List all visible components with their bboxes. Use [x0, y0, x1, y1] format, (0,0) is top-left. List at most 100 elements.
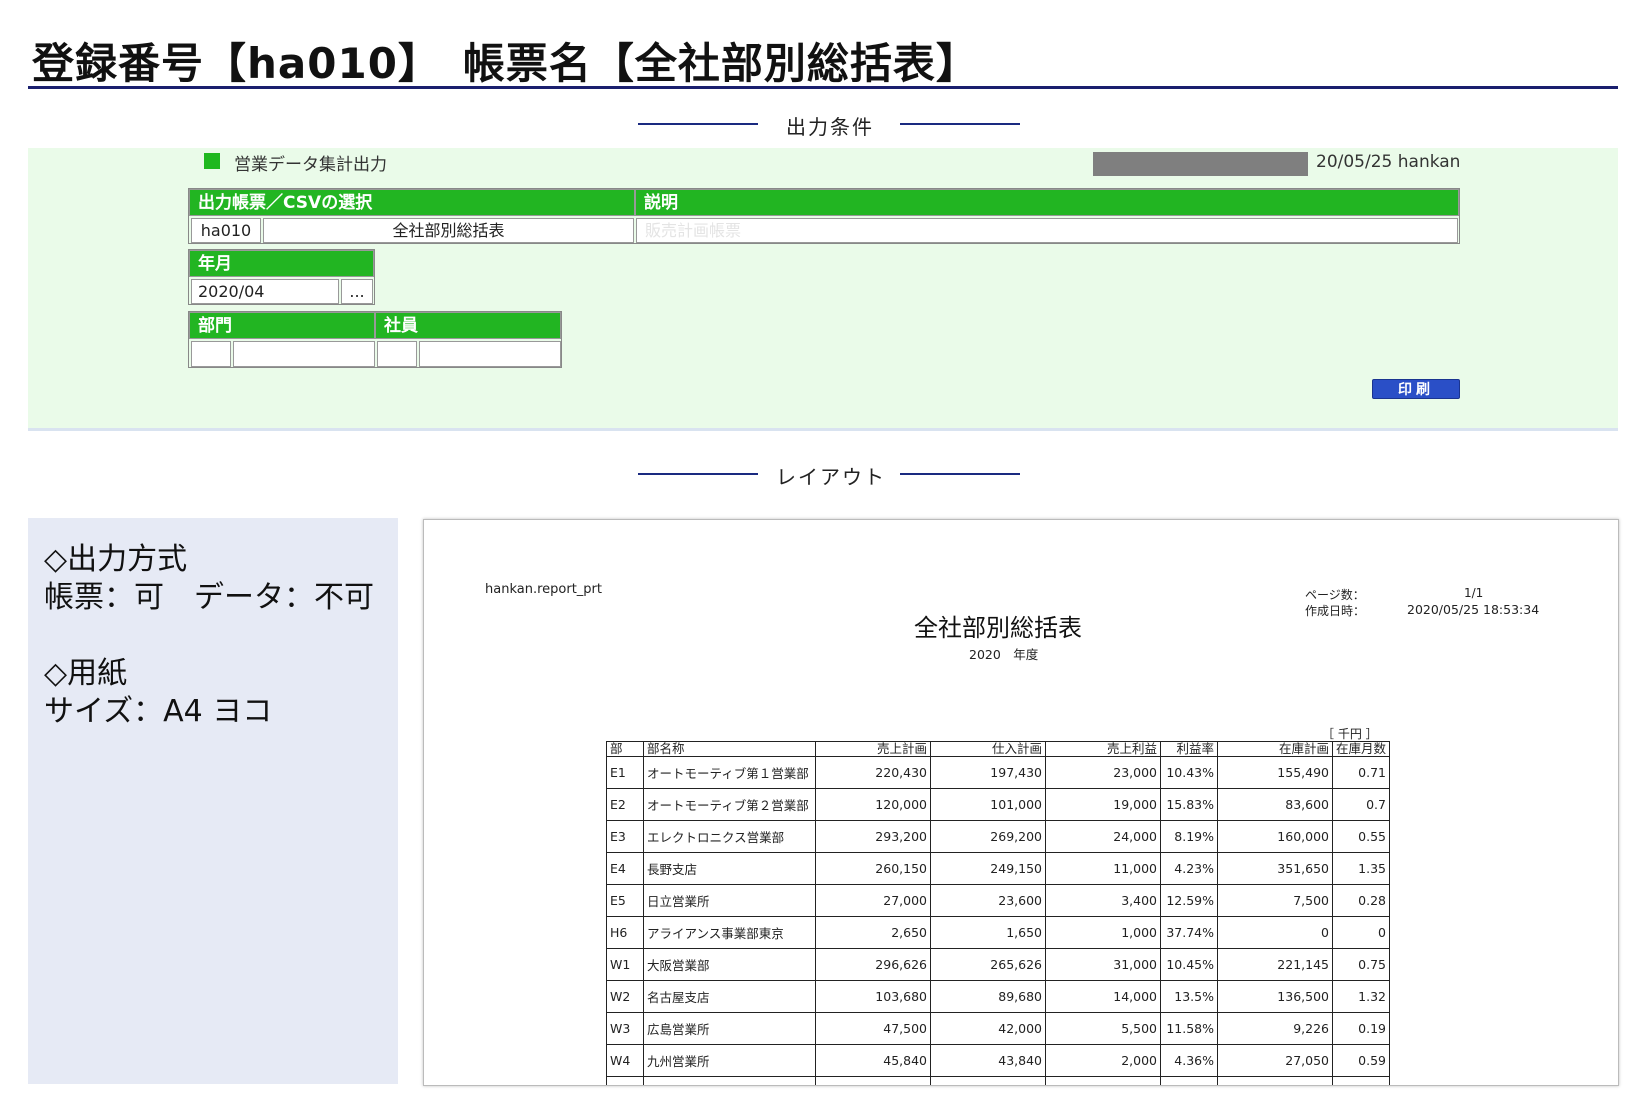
table-row: E2 オートモーティブ第２営業部 120,000 101,000 19,000 15.83…: [606, 788, 1390, 821]
table-cell: 27,050: [1217, 1044, 1333, 1077]
table-cell: 長野支店: [643, 852, 816, 885]
table-row: [606, 1076, 1390, 1085]
table-cell: 0.7: [1332, 788, 1390, 821]
dept-code-input[interactable]: [191, 341, 231, 367]
table-cell: 0.75: [1332, 948, 1390, 981]
table-cell: 27,000: [815, 884, 931, 917]
table-cell: H6: [606, 916, 644, 949]
report-title: 全社部別総括表: [914, 614, 1082, 642]
table-cell: 103,680: [815, 980, 931, 1013]
table-row: E5 日立営業所 27,000 23,600 3,400 12.59% 7,500 0.28: [606, 884, 1390, 917]
table-cell: 3,400: [1045, 884, 1161, 917]
table-cell: 120,000: [815, 788, 931, 821]
report-select-header: 出力帳票／CSVの選択: [189, 189, 635, 216]
table-cell: 九州営業所: [643, 1044, 816, 1077]
col-header-sales-plan: 売上計画: [815, 741, 931, 757]
table-cell: E2: [606, 788, 644, 821]
table-cell: [815, 1076, 931, 1085]
yearmonth-input[interactable]: 2020/04: [191, 279, 339, 304]
section-layout-title: レイアウト: [776, 465, 886, 489]
table-cell: 101,000: [930, 788, 1046, 821]
table-cell: W1: [606, 948, 644, 981]
created-datetime: 2020/05/25 18:53:34: [1407, 602, 1540, 617]
table-cell: 名古屋支店: [643, 980, 816, 1013]
table-cell: 7,500: [1217, 884, 1333, 917]
table-cell: 31,000: [1045, 948, 1161, 981]
table-cell: 10.43%: [1160, 756, 1218, 789]
table-cell: エレクトロニクス営業部: [643, 820, 816, 853]
table-cell: [606, 1076, 644, 1085]
table-cell: 11.58%: [1160, 1012, 1218, 1045]
table-cell: 15.83%: [1160, 788, 1218, 821]
table-cell: E3: [606, 820, 644, 853]
report-name-field[interactable]: 全社部別総括表: [263, 218, 634, 243]
table-cell: 0.71: [1332, 756, 1390, 789]
output-method-value: 帳票：可 データ：不可: [44, 580, 374, 615]
table-cell: 0.19: [1332, 1012, 1390, 1045]
date-user: 20/05/25 hankan: [1316, 152, 1461, 172]
table-cell: 37.74%: [1160, 916, 1218, 949]
table-row: W1 大阪営業部 296,626 265,626 31,000 10.45% 221,145…: [606, 948, 1390, 981]
table-cell: 1.35: [1332, 852, 1390, 885]
redacted-bar: [1093, 152, 1308, 176]
table-row: W4 九州営業所 45,840 43,840 2,000 4.36% 27,050 0.59: [606, 1044, 1390, 1077]
col-header-profit-rate: 利益率: [1160, 741, 1218, 757]
table-cell: 4.36%: [1160, 1044, 1218, 1077]
col-header-dept: 部: [606, 741, 644, 757]
report-program-id: hankan.report_prt: [485, 582, 602, 597]
table-cell: 351,650: [1217, 852, 1333, 885]
table-cell: 2,000: [1045, 1044, 1161, 1077]
emp-code-input[interactable]: [377, 341, 417, 367]
table-cell: 136,500: [1217, 980, 1333, 1013]
table-cell: 296,626: [815, 948, 931, 981]
table-cell: W2: [606, 980, 644, 1013]
table-cell: 293,200: [815, 820, 931, 853]
table-cell: 11,000: [1045, 852, 1161, 885]
table-cell: オートモーティブ第２営業部: [643, 788, 816, 821]
col-header-gross-profit: 売上利益: [1045, 741, 1161, 757]
yearmonth-header: 年月: [189, 250, 374, 277]
table-cell: 83,600: [1217, 788, 1333, 821]
table-cell: 1,000: [1045, 916, 1161, 949]
table-cell: 0.55: [1332, 820, 1390, 853]
table-cell: 155,490: [1217, 756, 1333, 789]
table-cell: [930, 1076, 1046, 1085]
report-preview: hankan.report_prt ページ数： 1/1 作成日時： 2020/0…: [423, 519, 1619, 1086]
section-line-right: [900, 473, 1020, 475]
table-cell: 23,000: [1045, 756, 1161, 789]
table-cell: E5: [606, 884, 644, 917]
table-cell: E1: [606, 756, 644, 789]
table-cell: [1045, 1076, 1161, 1085]
table-cell: 13.5%: [1160, 980, 1218, 1013]
table-cell: 1,650: [930, 916, 1046, 949]
table-cell: 43,840: [930, 1044, 1046, 1077]
table-cell: 4.23%: [1160, 852, 1218, 885]
print-button[interactable]: 印刷: [1372, 379, 1460, 399]
section-conditions-title: 出力条件: [786, 115, 874, 139]
table-cell: 日立営業所: [643, 884, 816, 917]
section-line-right: [900, 123, 1020, 125]
table-cell: 45,840: [815, 1044, 931, 1077]
table-cell: [643, 1076, 816, 1085]
table-cell: 2,650: [815, 916, 931, 949]
section-line-left: [638, 123, 758, 125]
table-cell: 24,000: [1045, 820, 1161, 853]
created-label: 作成日時：: [1305, 604, 1366, 618]
yearmonth-picker-button[interactable]: ...: [341, 279, 373, 304]
emp-name-field: [419, 341, 561, 367]
table-header-row: 部 部名称 売上計画 仕入計画 売上利益 利益率 在庫計画 在庫月数: [606, 741, 1390, 757]
table-cell: 47,500: [815, 1012, 931, 1045]
dept-header: 部門: [189, 312, 375, 339]
table-cell: 大阪営業部: [643, 948, 816, 981]
col-header-stock-months: 在庫月数: [1332, 741, 1390, 757]
table-cell: 197,430: [930, 756, 1046, 789]
table-cell: 1.32: [1332, 980, 1390, 1013]
description-field: 販売計画帳票: [636, 218, 1458, 243]
page-title: 登録番号【ha010】 帳票名【全社部別総括表】: [32, 39, 979, 88]
table-cell: E4: [606, 852, 644, 885]
table-cell: 19,000: [1045, 788, 1161, 821]
table-cell: オートモーティブ第１営業部: [643, 756, 816, 789]
table-cell: [1160, 1076, 1218, 1085]
table-cell: [1332, 1076, 1390, 1085]
report-code-field[interactable]: ha010: [191, 218, 261, 243]
